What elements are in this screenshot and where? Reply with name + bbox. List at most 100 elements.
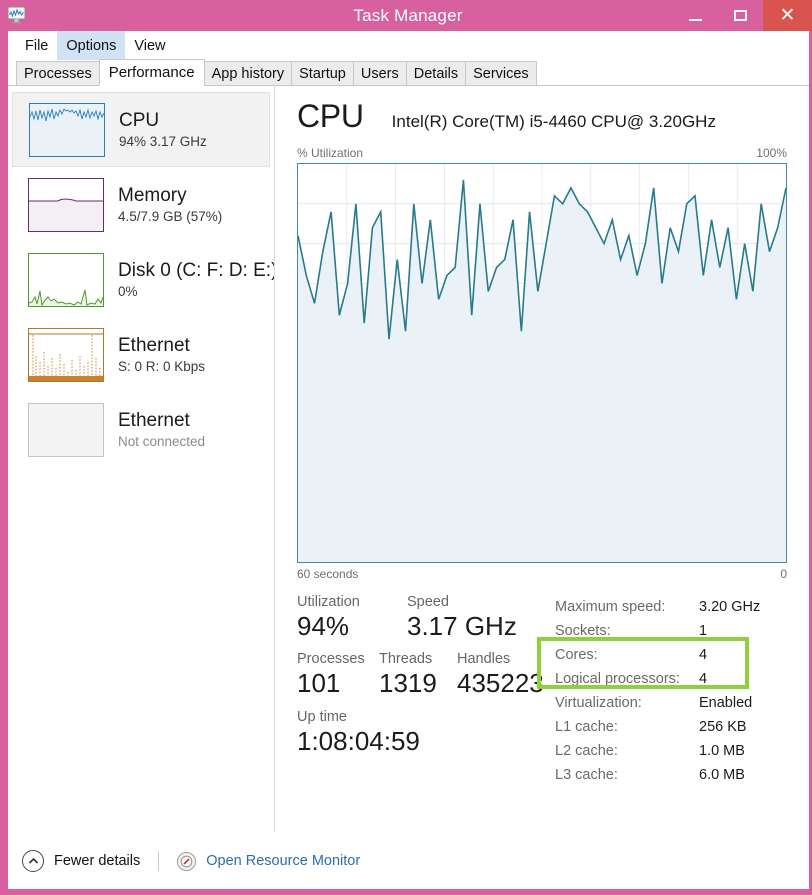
maximize-button[interactable] (718, 0, 763, 31)
sidebar-item-label: Memory (118, 185, 187, 207)
sidebar-item-sub: 0% (118, 283, 138, 299)
graph-bottom-labels: 60 seconds 0 (297, 567, 787, 581)
sidebar-ethernet-texts: Ethernet S: 0 R: 0 Kbps (118, 335, 205, 374)
stat-virtualization: Virtualization: Enabled (555, 691, 787, 715)
graph-x-axis-label: 60 seconds (297, 567, 359, 581)
stat-label: Utilization (297, 594, 360, 610)
stat-utilization: Utilization 94% (297, 593, 407, 642)
stat-speed: Speed 3.17 GHz (407, 593, 517, 642)
sidebar-item-label: CPU (119, 110, 160, 132)
menu-file[interactable]: File (16, 31, 57, 60)
maximize-icon (734, 10, 747, 21)
stat-value: 3.20 GHz (699, 599, 761, 615)
cpu-model-label: Intel(R) Core(TM) i5-4460 CPU@ 3.20GHz (391, 112, 716, 131)
tab-startup[interactable]: Startup (291, 61, 354, 86)
footer-bar: Fewer details Open Resource Monitor (8, 832, 809, 889)
footer-divider (158, 851, 160, 871)
stat-value: 435223 (457, 668, 544, 699)
menu-view[interactable]: View (125, 31, 174, 60)
stat-value: 4 (699, 671, 708, 687)
tab-strip: Processes Performance App history Startu… (8, 59, 809, 86)
disk-thumbnail-icon (28, 252, 104, 307)
sidebar-item-sub: 94% 3.17 GHz (119, 133, 207, 149)
stat-key: L3 cache: (555, 767, 618, 783)
cpu-thumbnail-icon (29, 102, 105, 157)
stat-processes: Processes 101 (297, 650, 379, 699)
stat-uptime: Up time 1:08:04:59 (297, 708, 420, 757)
sidebar-item-ethernet[interactable]: Ethernet S: 0 R: 0 Kbps (8, 317, 274, 392)
sidebar-memory-texts: Memory 4.5/7.9 GB (57%) (118, 185, 222, 224)
cpu-detail-panel: CPU Intel(R) Core(TM) i5-4460 CPU@ 3.20G… (275, 86, 809, 832)
sidebar-cpu-texts: CPU 94% 3.17 GHz (119, 110, 207, 149)
sidebar-item-memory[interactable]: Memory 4.5/7.9 GB (57%) (8, 167, 274, 242)
cpu-stats-right: Maximum speed: 3.20 GHz Sockets: 1 Cores… (537, 593, 787, 787)
tab-performance[interactable]: Performance (98, 59, 205, 86)
sidebar-item-cpu[interactable]: CPU 94% 3.17 GHz (12, 92, 270, 167)
stat-value: 1:08:04:59 (297, 725, 420, 756)
tab-app-history[interactable]: App history (203, 61, 293, 86)
open-resource-monitor-link[interactable]: Open Resource Monitor (206, 853, 360, 869)
minimize-button[interactable] (673, 0, 718, 31)
stat-row: Utilization 94% Speed 3.17 GHz (297, 593, 555, 642)
graph-y-axis-label: % Utilization (297, 146, 364, 160)
stat-row: Up time 1:08:04:59 (297, 708, 555, 757)
stat-value: 1 (699, 623, 708, 639)
graph-x-end-label: 0 (780, 567, 787, 581)
tab-services[interactable]: Services (465, 61, 537, 86)
stat-l3-cache: L3 cache: 6.0 MB (555, 763, 787, 787)
stat-label: Handles (457, 651, 511, 668)
cpu-stats-left: Utilization 94% Speed 3.17 GHz Processes… (297, 593, 555, 787)
stat-key: Logical processors: (555, 671, 680, 687)
stat-cores: Cores: 4 (555, 643, 787, 667)
tab-processes[interactable]: Processes (16, 61, 100, 86)
stat-label: Threads (379, 651, 433, 668)
fewer-details-button[interactable]: Fewer details (54, 853, 140, 869)
memory-thumbnail-icon (28, 177, 104, 232)
minimize-icon (689, 18, 702, 21)
chevron-up-icon[interactable] (22, 850, 44, 872)
cpu-header: CPU Intel(R) Core(TM) i5-4460 CPU@ 3.20G… (297, 98, 787, 135)
sidebar-item-sub: Not connected (118, 433, 206, 449)
sidebar-disk-texts: Disk 0 (C: F: D: E:) 0% (118, 260, 275, 299)
stat-label: Up time (297, 708, 347, 725)
cpu-stats: Utilization 94% Speed 3.17 GHz Processes… (297, 593, 787, 787)
cpu-utilization-graph (297, 163, 787, 563)
window-bottom-border (0, 889, 812, 895)
stat-value: 3.17 GHz (407, 611, 517, 642)
stat-threads: Threads 1319 (379, 650, 457, 699)
ethernet-disconnected-thumbnail-icon (28, 402, 104, 457)
tab-users[interactable]: Users (352, 61, 407, 86)
ethernet-thumbnail-icon (28, 327, 104, 382)
stat-logical-processors: Logical processors: 4 (555, 667, 787, 691)
menu-options[interactable]: Options (57, 31, 126, 60)
stat-value: 6.0 MB (699, 767, 745, 783)
stat-value: 256 KB (699, 719, 747, 735)
sidebar-item-label: Ethernet (118, 410, 190, 432)
stat-l1-cache: L1 cache: 256 KB (555, 715, 787, 739)
menu-bar: File Options View (8, 31, 809, 60)
stat-key: Cores: (555, 647, 598, 663)
task-manager-icon (6, 4, 28, 26)
close-button[interactable]: ✕ (763, 0, 812, 31)
stat-key: Virtualization: (555, 695, 642, 711)
stat-key: L1 cache: (555, 719, 618, 735)
sidebar-item-disk[interactable]: Disk 0 (C: F: D: E:) 0% (8, 242, 274, 317)
sidebar-item-label: Disk 0 (C: F: D: E:) (118, 260, 275, 282)
stat-l2-cache: L2 cache: 1.0 MB (555, 739, 787, 763)
sidebar-item-ethernet-disconnected[interactable]: Ethernet Not connected (8, 392, 274, 467)
sidebar-item-sub: 4.5/7.9 GB (57%) (118, 208, 223, 224)
stat-label: Speed (407, 594, 449, 610)
stat-sockets: Sockets: 1 (555, 619, 787, 643)
stat-value: Enabled (699, 695, 753, 711)
stat-key: L2 cache: (555, 743, 618, 759)
stat-label: Processes (297, 651, 365, 668)
content-area: CPU 94% 3.17 GHz Memory 4.5/7.9 GB (57%) (8, 86, 809, 832)
stat-value: 4 (699, 647, 708, 663)
tab-details[interactable]: Details (405, 61, 467, 86)
sidebar-ethernet-off-texts: Ethernet Not connected (118, 410, 205, 449)
cpu-chart-svg (298, 164, 786, 562)
resource-monitor-icon (177, 851, 197, 871)
title-bar: Task Manager ✕ (0, 0, 812, 31)
task-manager-window: Task Manager ✕ File Options View Process… (0, 0, 812, 895)
resource-sidebar: CPU 94% 3.17 GHz Memory 4.5/7.9 GB (57%) (8, 86, 275, 832)
